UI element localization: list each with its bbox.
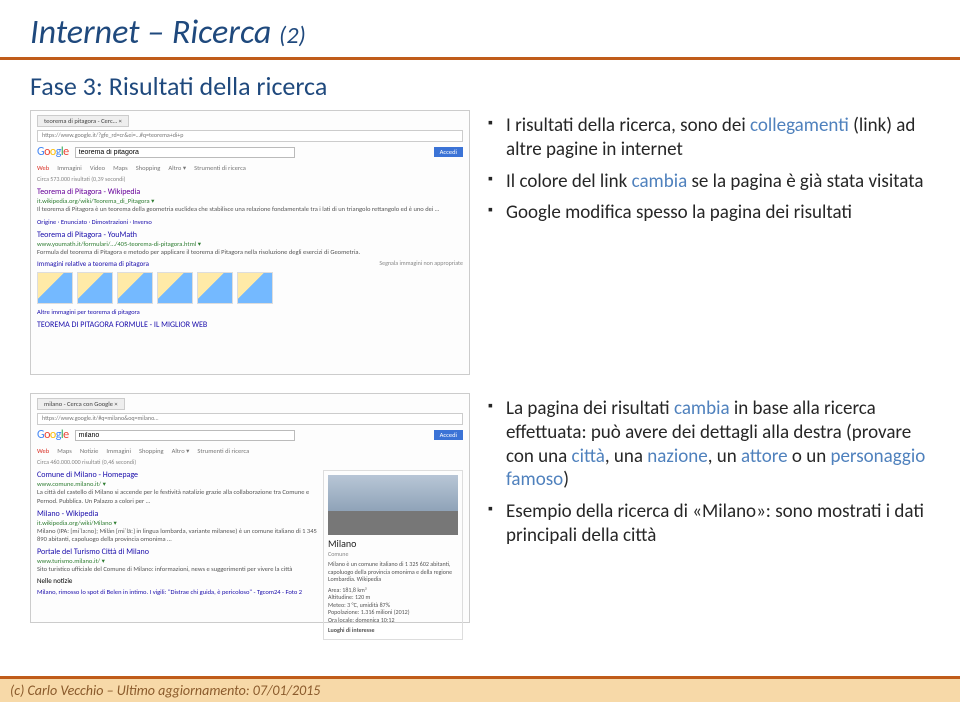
slide-title: Internet – Ricerca (2) <box>30 12 930 53</box>
title-main: Internet – Ricerca <box>30 12 279 53</box>
screenshot-2: milano - Cerca con Google × https://www.… <box>30 393 470 623</box>
result-title: Teorema di Pitagora - YouMath <box>37 230 463 240</box>
bullet: I risultati della ricerca, sono dei coll… <box>488 114 930 162</box>
image-thumbnails <box>37 272 463 304</box>
card-photo <box>328 475 458 535</box>
bullet: Esempio della ricerca di «Milano»: sono … <box>488 500 930 548</box>
result-desc: Il teorema di Pitagora è un teorema dell… <box>37 205 463 213</box>
google-logo: Google <box>37 428 69 443</box>
browser-chrome: teorema di pitagora - Cerc… × <box>37 115 463 127</box>
result-title: Teorema di Pitagora - Wikipedia <box>37 187 463 197</box>
slide-subtitle: Fase 3: Risultati della ricerca <box>30 70 930 102</box>
row-2: milano - Cerca con Google × https://www.… <box>30 393 930 623</box>
bullet: La pagina dei risultati cambia in base a… <box>488 397 930 492</box>
search-input <box>75 430 295 441</box>
result-url: it.wikipedia.org/wiki/Teorema_di_Pitagor… <box>37 197 463 205</box>
result-count: Circa 573.000 risultati (0,39 secondi) <box>37 176 463 184</box>
bullets-1: I risultati della ricerca, sono dei coll… <box>488 110 930 233</box>
address-bar: https://www.google.it/?gfe_rd=cr&ei=…#q=… <box>37 130 463 142</box>
bullet: Google modifica spesso la pagina dei ris… <box>488 201 930 225</box>
search-nav: WebImmaginiVideoMapsShoppingAltro ▾Strum… <box>37 164 463 172</box>
knowledge-card: Milano Comune Milano è un comune italian… <box>323 470 463 640</box>
slide: Internet – Ricerca (2) Fase 3: Risultati… <box>0 0 960 702</box>
bullet: Il colore del link cambia se la pagina è… <box>488 170 930 194</box>
bullets-2: La pagina dei risultati cambia in base a… <box>488 393 930 556</box>
row-1: teorema di pitagora - Cerc… × https://ww… <box>30 110 930 375</box>
search-input <box>75 147 295 158</box>
title-sub: (2) <box>279 21 306 50</box>
title-rule <box>0 57 960 60</box>
footer: (c) Carlo Vecchio – Ultimo aggiornamento… <box>0 676 960 702</box>
signin-button: Accedi <box>434 147 463 157</box>
google-logo: Google <box>37 145 69 160</box>
screenshot-1: teorema di pitagora - Cerc… × https://ww… <box>30 110 470 375</box>
browser-tab: teorema di pitagora - Cerc… × <box>37 115 129 127</box>
